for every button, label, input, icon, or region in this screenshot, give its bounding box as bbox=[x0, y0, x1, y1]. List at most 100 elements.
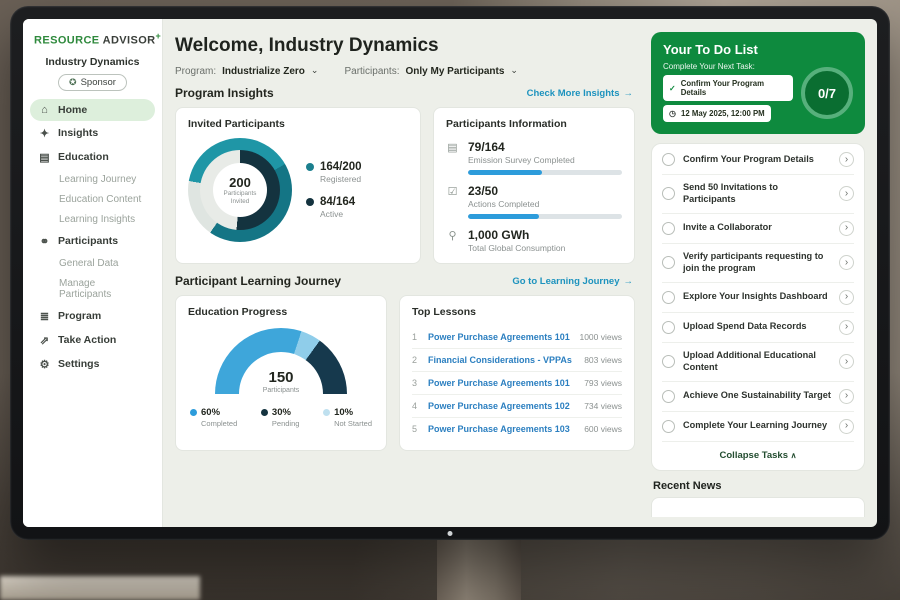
chevron-down-icon: ⌄ bbox=[311, 65, 319, 76]
stat-label: Actions Completed bbox=[468, 199, 622, 209]
task-checkbox[interactable] bbox=[662, 153, 675, 166]
task-checkbox[interactable] bbox=[662, 321, 675, 334]
sidebar-item-education[interactable]: ▤ Education bbox=[30, 146, 155, 169]
lesson-rank: 3 bbox=[412, 378, 420, 388]
sidebar-item-home[interactable]: ⌂ Home bbox=[30, 99, 155, 121]
legend-value: 84/164 bbox=[320, 196, 355, 208]
todo-panel: Your To Do List Complete Your Next Task:… bbox=[649, 19, 877, 527]
scene: RESOURCE ADVISOR+ Industry Dynamics ✪ Sp… bbox=[0, 0, 900, 600]
lesson-link[interactable]: Power Purchase Agreements 101 bbox=[428, 378, 576, 388]
lesson-views: 734 views bbox=[584, 401, 622, 411]
task-checkbox[interactable] bbox=[662, 420, 675, 433]
todo-subtitle: Complete Your Next Task: bbox=[663, 62, 853, 71]
nav-item-label: Manage Participants bbox=[59, 278, 147, 300]
sidebar-item-learning-insights[interactable]: Learning Insights bbox=[30, 210, 155, 229]
chevron-right-icon[interactable]: › bbox=[839, 186, 854, 201]
sidebar-item-settings[interactable]: ⚙ Settings bbox=[30, 353, 155, 376]
stat-body: 23/50 Actions Completed bbox=[468, 184, 622, 219]
lesson-link[interactable]: Power Purchase Agreements 102 bbox=[428, 401, 576, 411]
next-task-pill[interactable]: ✓ Confirm Your Program Details bbox=[663, 75, 793, 101]
task-checkbox[interactable] bbox=[662, 355, 675, 368]
sidebar-item-learning-journey[interactable]: Learning Journey bbox=[30, 170, 155, 189]
task-checkbox[interactable] bbox=[662, 291, 675, 304]
stat-value: 1,000 GWh bbox=[468, 228, 622, 242]
task-checkbox[interactable] bbox=[662, 222, 675, 235]
task-label: Send 50 Invitations to Participants bbox=[683, 182, 831, 206]
top-lessons-title: Top Lessons bbox=[412, 306, 622, 318]
progress-bar-fill bbox=[468, 170, 542, 175]
legend-dot bbox=[306, 198, 314, 206]
chevron-right-icon[interactable]: › bbox=[839, 152, 854, 167]
task-label: Confirm Your Program Details bbox=[683, 154, 831, 166]
chevron-right-icon[interactable]: › bbox=[839, 221, 854, 236]
task-upload-educational-content[interactable]: Upload Additional Educational Content › bbox=[662, 343, 854, 382]
todo-title: Your To Do List bbox=[663, 42, 853, 57]
participants-information-title: Participants Information bbox=[446, 118, 622, 130]
collapse-tasks-button[interactable]: Collapse Tasks ∧ bbox=[662, 441, 854, 470]
chevron-right-icon[interactable]: › bbox=[839, 290, 854, 305]
lesson-row: 3 Power Purchase Agreements 101 793 view… bbox=[412, 371, 622, 394]
legend-value: 164/200 bbox=[320, 161, 362, 173]
check-icon: ✓ bbox=[669, 84, 676, 93]
task-label: Complete Your Learning Journey bbox=[683, 420, 831, 432]
sidebar-item-manage-participants[interactable]: Manage Participants bbox=[30, 274, 155, 304]
sponsor-badge[interactable]: ✪ Sponsor bbox=[58, 74, 127, 91]
sidebar-item-take-action[interactable]: ⇗ Take Action bbox=[30, 329, 155, 352]
sidebar-item-program[interactable]: ≣ Program bbox=[30, 305, 155, 328]
education-progress-title: Education Progress bbox=[188, 306, 374, 318]
task-checkbox[interactable] bbox=[662, 390, 675, 403]
insights-icon: ✦ bbox=[38, 127, 51, 140]
lesson-rank: 5 bbox=[412, 424, 420, 434]
participants-filter[interactable]: Participants: Only My Participants ⌄ bbox=[344, 66, 518, 77]
gauge-center-label: Participants bbox=[215, 387, 347, 394]
sidebar-item-insights[interactable]: ✦ Insights bbox=[30, 122, 155, 145]
check-more-insights-link[interactable]: Check More Insights → bbox=[527, 88, 633, 99]
nav-item-label: Settings bbox=[58, 358, 99, 370]
task-send-invitations[interactable]: Send 50 Invitations to Participants › bbox=[662, 175, 854, 214]
task-verify-participants[interactable]: Verify participants requesting to join t… bbox=[662, 244, 854, 283]
sidebar: RESOURCE ADVISOR+ Industry Dynamics ✪ Sp… bbox=[23, 19, 163, 527]
chevron-right-icon[interactable]: › bbox=[839, 354, 854, 369]
nav-item-label: Home bbox=[58, 104, 87, 116]
task-complete-learning-journey[interactable]: Complete Your Learning Journey › bbox=[662, 412, 854, 441]
chevron-right-icon[interactable]: › bbox=[839, 419, 854, 434]
chevron-right-icon[interactable]: › bbox=[839, 320, 854, 335]
lesson-link[interactable]: Power Purchase Agreements 103 bbox=[428, 424, 576, 434]
todo-progress-value: 0/7 bbox=[818, 86, 836, 101]
filter-label: Program: bbox=[175, 66, 216, 77]
sidebar-item-general-data[interactable]: General Data bbox=[30, 254, 155, 273]
participants-information-card: Participants Information ▤ 79/164 Emissi… bbox=[433, 107, 635, 264]
program-insights-title: Program Insights bbox=[175, 86, 274, 100]
legend-item: 164/200 Registered bbox=[306, 161, 362, 184]
chevron-right-icon[interactable]: › bbox=[839, 255, 854, 270]
monitor-bezel: RESOURCE ADVISOR+ Industry Dynamics ✪ Sp… bbox=[10, 6, 890, 540]
program-filter[interactable]: Program: Industrialize Zero ⌄ bbox=[175, 66, 318, 77]
task-invite-collaborator[interactable]: Invite a Collaborator › bbox=[662, 214, 854, 244]
task-upload-spend-data[interactable]: Upload Spend Data Records › bbox=[662, 313, 854, 343]
go-to-learning-journey-link[interactable]: Go to Learning Journey → bbox=[512, 276, 633, 287]
task-explore-insights[interactable]: Explore Your Insights Dashboard › bbox=[662, 283, 854, 313]
sidebar-item-participants[interactable]: ⚭ Participants bbox=[30, 230, 155, 253]
legend-label: Registered bbox=[320, 174, 362, 184]
chevron-right-icon[interactable]: › bbox=[839, 389, 854, 404]
legend-value: 60% bbox=[201, 407, 220, 418]
task-label: Verify participants requesting to join t… bbox=[683, 251, 831, 275]
top-lessons-card: Top Lessons 1 Power Purchase Agreements … bbox=[399, 295, 635, 451]
chevron-up-icon: ∧ bbox=[791, 451, 797, 460]
education-progress-gauge-chart: 150 Participants bbox=[215, 328, 347, 394]
task-checkbox[interactable] bbox=[662, 187, 675, 200]
progress-bar-fill bbox=[468, 214, 539, 219]
todo-progress-ring: 0/7 bbox=[801, 67, 853, 119]
task-confirm-program-details[interactable]: Confirm Your Program Details › bbox=[662, 145, 854, 175]
lesson-link[interactable]: Power Purchase Agreements 101 bbox=[428, 332, 571, 342]
todo-summary-body: ✓ Confirm Your Program Details ◷ 12 May … bbox=[663, 75, 853, 122]
link-label: Go to Learning Journey bbox=[512, 276, 619, 287]
stat-body: 1,000 GWh Total Global Consumption bbox=[468, 228, 622, 253]
task-achieve-sustainability-target[interactable]: Achieve One Sustainability Target › bbox=[662, 382, 854, 412]
lesson-link[interactable]: Financial Considerations - VPPAs bbox=[428, 355, 576, 365]
nav-item-label: Program bbox=[58, 310, 101, 322]
sidebar-item-education-content[interactable]: Education Content bbox=[30, 190, 155, 209]
task-checkbox[interactable] bbox=[662, 256, 675, 269]
legend-top: 10% bbox=[323, 407, 372, 418]
donut-center-value: 200 bbox=[229, 175, 251, 190]
